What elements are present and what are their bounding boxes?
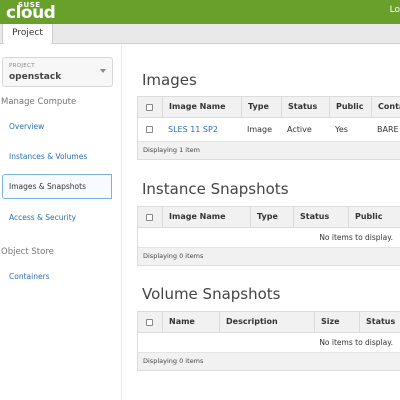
top-right-link[interactable]: Lo [390,5,400,15]
top-bar: SUSE cloud Lo [0,0,400,24]
instance-snapshots-table: Image Name Type Status Public No items t… [137,206,400,266]
images-count-text: Displaying 1 item [143,146,200,154]
tab-project[interactable]: Project [2,24,53,45]
column-header-type[interactable]: Type [250,207,294,228]
project-switcher-label: PROJECT [9,63,35,69]
logo-cloud-text: cloud [6,3,56,23]
images-table-header: Image Name Type Status Public Conta [138,97,400,118]
instance-snapshots-section-title: Instance Snapshots [142,180,289,198]
volume-snapshots-table: Name Description Size Status No items to… [137,311,400,371]
caret-down-icon [100,69,106,73]
table-row: SLES 11 SP2 Image Active Yes BARE [138,118,400,142]
project-switcher[interactable]: PROJECT openstack [2,57,113,87]
column-header-status[interactable]: Status [293,207,349,228]
column-header-container[interactable]: Conta [371,97,400,118]
instance-snapshots-table-footer: Displaying 0 items [138,248,400,265]
sidebar-item-images-snapshots[interactable]: Images & Snapshots [9,182,86,191]
manage-compute-heading: Manage Compute [1,97,77,107]
volume-snapshots-table-footer: Displaying 0 items [138,353,400,370]
instance-snapshots-table-header: Image Name Type Status Public [138,207,400,228]
no-items-text: No items to display. [319,338,393,347]
images-section-title: Images [142,71,197,89]
column-header-description[interactable]: Description [219,312,315,333]
column-header-public[interactable]: Public [348,207,400,228]
image-container-format: BARE [377,125,399,134]
dashboard-tabs: Project [0,24,400,45]
column-header-name[interactable]: Name [162,312,220,333]
column-header-size[interactable]: Size [314,312,360,333]
image-public: Yes [335,125,348,134]
sidebar-item-overview[interactable]: Overview [9,122,44,131]
column-header-image-name[interactable]: Image Name [162,207,250,228]
instance-snapshots-count-text: Displaying 0 items [143,252,204,260]
sidebar: PROJECT openstack Manage Compute Overvie… [0,45,122,400]
object-store-heading: Object Store [1,247,54,257]
select-all-checkbox[interactable] [146,104,153,111]
column-header-status[interactable]: Status [359,312,400,333]
empty-table-row: No items to display. [138,333,400,353]
column-header-status[interactable]: Status [281,97,328,118]
volume-snapshots-count-text: Displaying 0 items [143,357,204,365]
sidebar-item-access-security[interactable]: Access & Security [9,213,76,222]
project-switcher-name: openstack [9,72,62,82]
select-all-checkbox[interactable] [146,319,153,326]
image-type: Image [247,125,273,134]
image-status: Active [287,125,312,134]
sidebar-item-containers[interactable]: Containers [9,272,50,281]
select-all-checkbox[interactable] [146,214,153,221]
volume-snapshots-section-title: Volume Snapshots [142,285,281,303]
no-items-text: No items to display. [319,233,393,242]
column-header-image-name[interactable]: Image Name [162,97,242,118]
volume-snapshots-table-header: Name Description Size Status [138,312,400,333]
sidebar-item-instances-volumes[interactable]: Instances & Volumes [9,152,87,161]
image-name-link[interactable]: SLES 11 SP2 [162,118,218,142]
suse-cloud-logo[interactable]: SUSE cloud [3,1,63,23]
images-table: Image Name Type Status Public Conta SLES… [137,96,400,160]
column-header-public[interactable]: Public [329,97,371,118]
empty-table-row: No items to display. [138,228,400,248]
row-checkbox[interactable] [146,126,153,133]
images-table-footer: Displaying 1 item [138,142,400,159]
column-header-type[interactable]: Type [241,97,279,118]
